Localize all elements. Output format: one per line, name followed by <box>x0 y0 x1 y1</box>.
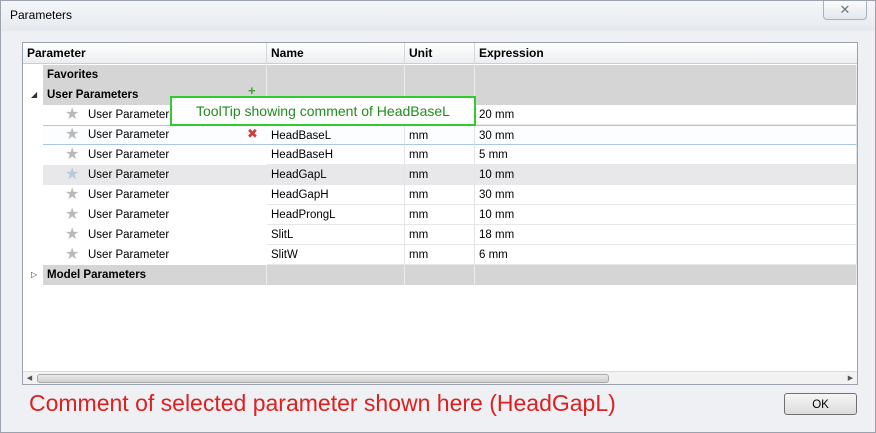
table-row[interactable]: ★ User Parameter HeadGapH mm 30 mm <box>23 185 857 205</box>
delete-icon[interactable]: ✖ <box>247 127 261 141</box>
parameter-type: User Parameter <box>88 169 170 181</box>
expression-cell[interactable]: 30 mm <box>475 125 857 145</box>
add-parameter-icon[interactable]: + <box>248 84 258 97</box>
expand-arrow-icon[interactable]: ▷ <box>31 270 41 280</box>
column-header-parameter[interactable]: Parameter <box>23 43 267 64</box>
group-row-favorites[interactable]: Favorites <box>23 65 857 85</box>
group-cell <box>475 65 857 85</box>
expression-cell[interactable]: 10 mm <box>475 205 857 225</box>
parameter-type: User Parameter <box>88 209 170 221</box>
unit-cell[interactable]: mm <box>405 205 475 225</box>
row-gutter: ◢ <box>23 85 43 105</box>
scrollbar-thumb[interactable] <box>37 374 609 383</box>
unit-cell[interactable]: mm <box>405 125 475 145</box>
name-cell[interactable]: HeadBaseL <box>267 125 405 145</box>
expression-cell[interactable]: 18 mm <box>475 225 857 245</box>
parameters-dialog: Parameters ✕ Parameter Name Unit Express… <box>0 0 876 433</box>
parameter-type: User Parameter <box>88 189 170 201</box>
column-header-name[interactable]: Name <box>267 43 405 64</box>
unit-cell[interactable]: mm <box>405 225 475 245</box>
parameter-type: User Parameter <box>88 149 170 161</box>
unit-cell[interactable]: mm <box>405 165 475 185</box>
group-row-model-parameters[interactable]: ▷ Model Parameters <box>23 265 857 285</box>
name-cell[interactable]: HeadGapL <box>267 165 405 185</box>
expression-cell[interactable]: 10 mm <box>475 165 857 185</box>
expression-cell[interactable]: 20 mm <box>475 105 857 125</box>
ok-button[interactable]: OK <box>784 393 857 415</box>
group-cell <box>267 265 405 285</box>
table-row[interactable]: ★ User Parameter SlitW mm 6 mm <box>23 245 857 265</box>
group-cell <box>405 265 475 285</box>
name-cell[interactable]: HeadGapH <box>267 185 405 205</box>
unit-cell[interactable]: mm <box>405 245 475 265</box>
unit-cell[interactable]: mm <box>405 185 475 205</box>
group-cell <box>475 85 857 105</box>
name-cell[interactable]: HeadProngL <box>267 205 405 225</box>
parameter-type: User Parameter <box>88 109 170 121</box>
horizontal-scrollbar[interactable]: ◀ ▶ <box>23 371 857 384</box>
favorite-star-icon[interactable]: ★ <box>65 247 81 263</box>
table-row[interactable]: ★ User Parameter HeadBaseH mm 5 mm <box>23 145 857 165</box>
expression-cell[interactable]: 6 mm <box>475 245 857 265</box>
favorite-star-icon[interactable]: ★ <box>65 207 81 223</box>
expression-cell[interactable]: 5 mm <box>475 145 857 165</box>
group-cell <box>405 65 475 85</box>
name-cell[interactable]: SlitL <box>267 225 405 245</box>
table-row[interactable]: ★ User Parameter ✖ HeadBaseL mm 30 mm <box>23 125 857 145</box>
expression-cell[interactable]: 30 mm <box>475 185 857 205</box>
favorite-star-icon[interactable]: ★ <box>65 227 81 243</box>
favorite-star-icon[interactable]: ★ <box>65 107 81 123</box>
close-button[interactable]: ✕ <box>823 1 867 20</box>
unit-cell[interactable]: mm <box>405 145 475 165</box>
group-label: Model Parameters <box>43 265 267 285</box>
name-cell[interactable]: HeadBaseH <box>267 145 405 165</box>
column-header-unit[interactable]: Unit <box>405 43 475 64</box>
favorite-star-icon[interactable]: ★ <box>65 147 81 163</box>
close-icon: ✕ <box>839 2 851 17</box>
comment-tooltip: ToolTip showing comment of HeadBaseL <box>170 96 476 126</box>
name-cell[interactable]: SlitW <box>267 245 405 265</box>
parameter-type: User Parameter <box>88 249 170 261</box>
title-bar: Parameters ✕ <box>1 1 875 31</box>
table-row[interactable]: ★ User Parameter HeadProngL mm 10 mm <box>23 205 857 225</box>
scroll-right-icon[interactable]: ▶ <box>844 373 857 384</box>
column-header-expression[interactable]: Expression <box>475 43 857 64</box>
group-label: Favorites <box>43 65 267 85</box>
table-row-selected[interactable]: ★ User Parameter HeadGapL mm 10 mm <box>23 165 857 185</box>
selected-parameter-comment: Comment of selected parameter shown here… <box>29 390 616 416</box>
parameter-type: User Parameter <box>88 129 170 141</box>
collapse-arrow-icon[interactable]: ◢ <box>31 90 41 100</box>
window-title: Parameters <box>10 8 73 22</box>
group-cell <box>475 265 857 285</box>
row-gutter: ▷ <box>23 265 43 285</box>
scroll-left-icon[interactable]: ◀ <box>23 373 36 384</box>
parameters-table[interactable]: Parameter Name Unit Expression Favorites… <box>22 42 858 385</box>
table-row[interactable]: ★ User Parameter SlitL mm 18 mm <box>23 225 857 245</box>
table-header: Parameter Name Unit Expression <box>23 43 857 64</box>
favorite-star-icon[interactable]: ★ <box>65 127 81 143</box>
parameter-type: User Parameter <box>88 229 170 241</box>
favorite-star-icon[interactable]: ★ <box>65 167 81 183</box>
favorite-star-icon[interactable]: ★ <box>65 187 81 203</box>
group-cell <box>267 65 405 85</box>
